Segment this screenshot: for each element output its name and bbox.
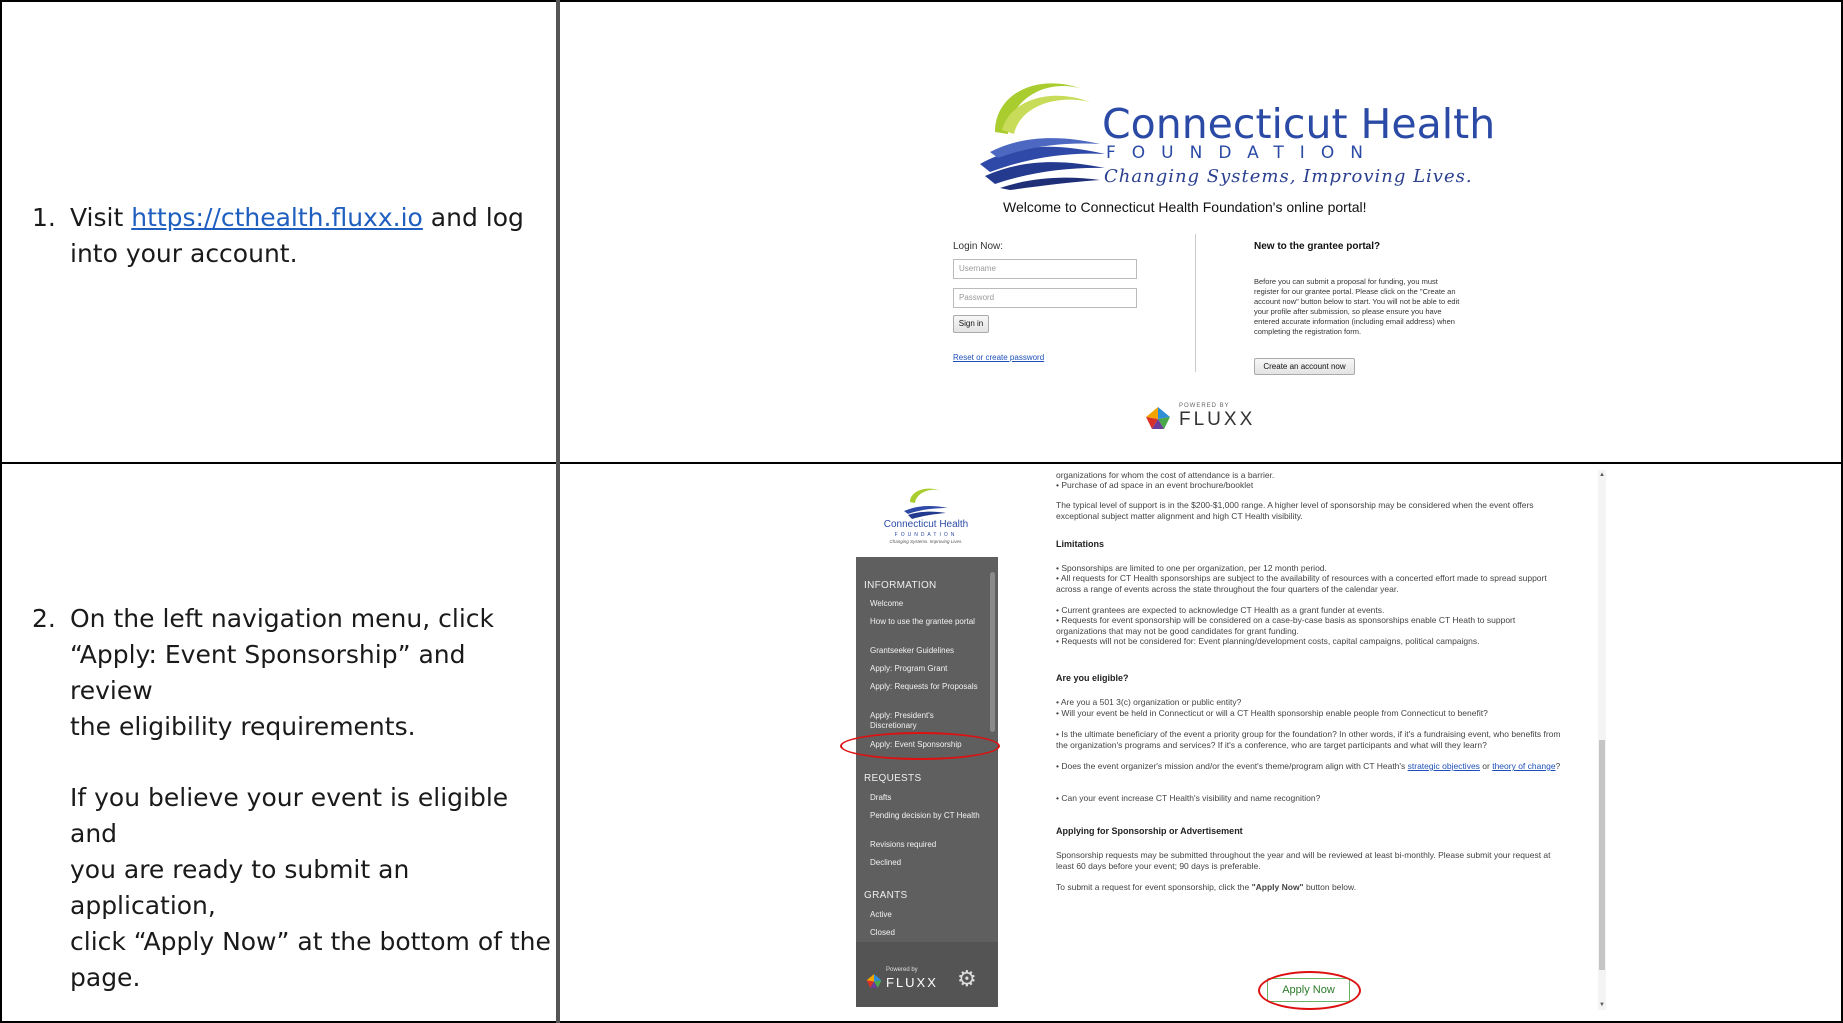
- step-text: and log: [422, 203, 524, 232]
- sidebar-scrollbar[interactable]: [990, 572, 995, 732]
- brand-name: Connecticut Health: [1102, 100, 1496, 148]
- step-2-text: 2. On the left navigation menu, click “A…: [32, 601, 552, 996]
- mission-text: • Does the event organizer's mission and…: [1056, 761, 1566, 772]
- step-text: “Apply: Event Sponsorship” and review: [70, 640, 466, 705]
- login-divider: [1195, 234, 1196, 372]
- nav-item-revisions[interactable]: Revisions required: [870, 840, 982, 850]
- content-text: • Requests will not be considered for: E…: [1056, 636, 1480, 646]
- step-text: you are ready to submit an application,: [70, 855, 410, 920]
- row-divider: [0, 462, 1843, 464]
- nav-item-drafts[interactable]: Drafts: [870, 793, 982, 803]
- sidebar-brand-name: Connecticut Health: [883, 519, 969, 530]
- nav-item-declined[interactable]: Declined: [870, 858, 982, 868]
- welcome-message: Welcome to Connecticut Health Foundation…: [1003, 199, 1367, 215]
- fluxx-wordmark: FLUXX: [886, 975, 938, 990]
- brand-tagline: Changing Systems, Improving Lives.: [1104, 166, 1473, 187]
- content-text: • Are you a 501 3(c) organization or pub…: [1056, 697, 1242, 707]
- create-account-button[interactable]: Create an account now: [1254, 358, 1355, 375]
- content-text: • Is the ultimate beneficiary of the eve…: [1056, 729, 1561, 750]
- nav-item-active[interactable]: Active: [870, 910, 982, 920]
- content-text: • Purchase of ad space in an event broch…: [1056, 480, 1254, 490]
- nav-item-guidelines[interactable]: Grantseeker Guidelines: [870, 646, 982, 656]
- nav-item-pending[interactable]: Pending decision by CT Health: [870, 811, 982, 821]
- content-text: • Can your event increase CT Health's vi…: [1056, 793, 1321, 803]
- password-field[interactable]: Password: [953, 288, 1137, 308]
- highlight-ellipse-apply: [1258, 971, 1361, 1010]
- reset-password-link[interactable]: Reset or create password: [953, 353, 1044, 362]
- nav-section-information: INFORMATION: [864, 580, 937, 591]
- fluxx-mark-icon: [866, 974, 882, 988]
- content-text: • Current grantees are expected to ackno…: [1056, 605, 1385, 615]
- sidebar-brand-tag: Changing Systems. Improving Lives.: [889, 539, 963, 544]
- new-portal-text: Before you can submit a proposal for fun…: [1254, 277, 1460, 336]
- fluxx-mark-icon: [1146, 407, 1170, 429]
- cthealth-logo: Connecticut Health FOUNDATION Changing S…: [980, 72, 1495, 192]
- scroll-down-icon[interactable]: ▼: [1598, 1002, 1606, 1008]
- eligible-heading: Are you eligible?: [1056, 673, 1129, 683]
- content-text: Sponsorship requests may be submitted th…: [1056, 850, 1551, 871]
- signin-button[interactable]: Sign in: [953, 315, 989, 333]
- settings-gear-icon[interactable]: ⚙: [957, 966, 977, 992]
- content-text: • Will your event be held in Connecticut…: [1056, 708, 1488, 718]
- content-text: • Does the event organizer's mission and…: [1056, 761, 1408, 771]
- scroll-thumb[interactable]: [1599, 740, 1605, 970]
- left-navigation: INFORMATION Welcome How to use the grant…: [856, 557, 998, 1007]
- strategic-objectives-link[interactable]: strategic objectives: [1408, 761, 1480, 771]
- nav-item-closed[interactable]: Closed: [870, 928, 982, 938]
- content-text: ?: [1555, 761, 1561, 771]
- content-scrollbar[interactable]: ▲ ▼: [1598, 470, 1606, 1010]
- content-text: button below.: [1303, 882, 1357, 892]
- instruction-table: 1. Visit https://cthealth.fluxx.io and l…: [0, 0, 1843, 1023]
- table-border-top: [0, 0, 1843, 2]
- theory-of-change-link[interactable]: theory of change: [1492, 761, 1555, 771]
- content-text: To submit a request for event sponsorshi…: [1056, 882, 1252, 892]
- content-text: organizations for whom the cost of atten…: [1056, 470, 1275, 480]
- step-text: Visit: [70, 203, 132, 232]
- nav-item-program-grant[interactable]: Apply: Program Grant: [870, 664, 982, 674]
- step-text: click “Apply Now” at the bottom of the: [70, 927, 551, 956]
- fluxx-logo: POWERED BY FLUXX: [1142, 403, 1252, 433]
- step-text: the eligibility requirements.: [70, 712, 416, 741]
- content-text: "Apply Now": [1251, 882, 1304, 892]
- nav-section-requests: REQUESTS: [864, 773, 922, 784]
- sidebar-logo: Connecticut Health FOUNDATION Changing S…: [856, 471, 996, 563]
- fluxx-wordmark: FLUXX: [1179, 409, 1256, 430]
- nav-item-welcome[interactable]: Welcome: [870, 599, 982, 609]
- new-portal-heading: New to the grantee portal?: [1254, 241, 1381, 252]
- swoosh-logo-icon: [904, 488, 948, 519]
- nav-section-grants: GRANTS: [864, 890, 908, 901]
- limitations-heading: Limitations: [1056, 539, 1105, 549]
- step-number: 1.: [32, 203, 56, 232]
- content-text: • All requests for CT Health sponsorship…: [1056, 573, 1547, 594]
- submit-instructions: To submit a request for event sponsorshi…: [1056, 882, 1566, 893]
- brand-subtitle: FOUNDATION: [1106, 143, 1379, 163]
- content-text: • Requests for event sponsorship will be…: [1056, 615, 1516, 636]
- step-text: into your account.: [70, 239, 298, 268]
- step-1-text: 1. Visit https://cthealth.fluxx.io and l…: [32, 200, 532, 272]
- table-border-left: [0, 0, 2, 1023]
- sidebar-brand-sub: FOUNDATION: [894, 532, 958, 538]
- column-divider: [556, 0, 560, 1023]
- username-field[interactable]: Username: [953, 259, 1137, 279]
- login-label: Login Now:: [953, 241, 1004, 252]
- highlight-ellipse-sidebar: [840, 732, 1000, 760]
- nav-item-rfp[interactable]: Apply: Requests for Proposals: [870, 682, 982, 692]
- step-text: On the left navigation menu, click: [70, 604, 494, 633]
- portal-link[interactable]: https://cthealth.fluxx.io: [131, 203, 423, 232]
- step-number: 2.: [32, 604, 56, 633]
- scroll-up-icon[interactable]: ▲: [1598, 472, 1606, 478]
- step-text: If you believe your event is eligible an…: [70, 783, 509, 848]
- applying-heading: Applying for Sponsorship or Advertisemen…: [1056, 826, 1243, 836]
- swoosh-logo-icon: [980, 83, 1105, 190]
- step-text: page.: [70, 963, 141, 992]
- nav-item-how-to[interactable]: How to use the grantee portal: [870, 617, 982, 627]
- nav-item-presidents-discretionary[interactable]: Apply: President's Discretionary: [870, 711, 982, 731]
- sidebar-footer: Powered by FLUXX ⚙: [856, 942, 998, 1007]
- content-text: • Sponsorships are limited to one per or…: [1056, 563, 1327, 573]
- content-text: The typical level of support is in the $…: [1056, 500, 1534, 521]
- powered-by-label: Powered by: [886, 967, 918, 973]
- content-text: or: [1479, 761, 1493, 771]
